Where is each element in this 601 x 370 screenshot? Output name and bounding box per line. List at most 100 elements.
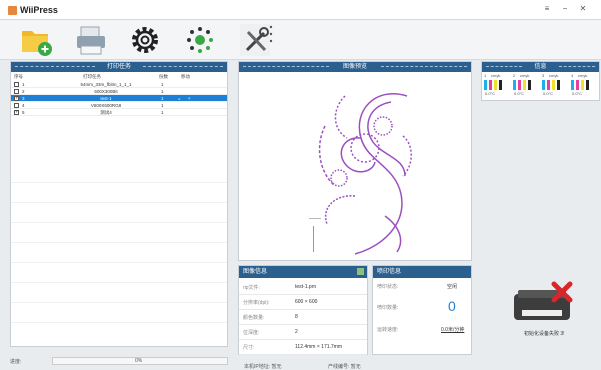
task-row[interactable]: 5 测试4 1 xyxy=(11,109,227,116)
ink-cell: 4 cmyk 0.0°C xyxy=(571,73,593,99)
status-button[interactable] xyxy=(182,22,218,58)
progress-bar: 0% xyxy=(52,357,228,365)
tools-button[interactable] xyxy=(240,22,276,58)
ink-bar xyxy=(557,80,560,90)
task-checkbox[interactable] xyxy=(14,109,19,116)
preview-panel: 图像预览 xyxy=(238,61,472,261)
ink-sub: cmyk xyxy=(520,73,530,78)
task-panel: 打印任务 序号 打印任务 份数 移动 1 54mm_33m_fbitm_1_1_1… xyxy=(10,61,228,347)
app-title: WiiPress xyxy=(20,5,58,15)
task-panel-title: 打印任务 xyxy=(106,64,131,70)
task-checkbox[interactable] xyxy=(14,82,19,87)
ink-cell: 1 cmyk 0.0°C xyxy=(484,73,506,99)
ink-temp: 0.0°C xyxy=(485,91,496,96)
task-row[interactable]: 2 600X300Bit 1 xyxy=(11,88,227,95)
print-speed-value: 0.0米/分钟 xyxy=(441,327,465,333)
preview-panel-title: 图像预览 xyxy=(342,64,367,70)
task-seq: 2 xyxy=(22,89,25,94)
settings-button[interactable] xyxy=(127,22,163,58)
gear-icon xyxy=(132,27,158,53)
print-info-panel: 喷印信息 喷印状态: 空闲 喷印数量: 0 运转速度: 0.0米/分钟 xyxy=(372,265,472,355)
task-name: V600X600RG8 xyxy=(90,103,122,108)
task-list-header: 序号 打印任务 份数 移动 xyxy=(11,74,227,81)
device-status-text: 初始化设备失败 3! xyxy=(524,331,565,337)
col-count: 份数 xyxy=(159,74,168,79)
col-name: 打印任务 xyxy=(83,74,101,79)
printer-icon xyxy=(77,26,105,55)
image-info-key: rip文件: xyxy=(243,285,260,291)
tools-icon xyxy=(240,24,273,56)
print-count-value: 0 xyxy=(448,298,456,314)
image-info-row: 尺寸: 112.4mm × 171.7mm xyxy=(239,339,367,355)
ink-levels: 1 cmyk 0.0°C 2 cmyk 0.0°C 3 cmyk 0.0°C 4 cmyk 0.0°C xyxy=(482,73,599,101)
print-state-label: 喷印状态: xyxy=(377,284,399,290)
task-count: 1 xyxy=(161,103,164,108)
image-info-value: 2 xyxy=(295,329,298,335)
progress-value: 0% xyxy=(135,358,143,364)
expand-icon[interactable] xyxy=(357,268,364,275)
task-name: 600X300Bit xyxy=(94,89,118,94)
ink-sub: cmyk xyxy=(491,73,501,78)
image-info-value: 8 xyxy=(295,314,298,320)
image-info-panel: 图像信息 rip文件: test-1.prn 分辨率(dpi): 600 × 600 颜… xyxy=(238,265,368,355)
ink-bar xyxy=(542,80,545,90)
task-seq: 1 xyxy=(22,82,25,87)
preview-image xyxy=(309,93,412,255)
menu-button[interactable]: ≡ xyxy=(540,4,554,13)
ink-temp: 0.0°C xyxy=(572,91,583,96)
ink-bar xyxy=(518,80,521,90)
loading-dots-icon xyxy=(187,27,213,53)
ink-label: 4 xyxy=(571,73,574,78)
ink-temp: 0.0°C xyxy=(514,91,525,96)
image-info-row: 位深度: 2 xyxy=(239,324,367,340)
ink-sub: cmyk xyxy=(549,73,559,78)
task-row[interactable]: 3 test-1 1 ▲ ▼ xyxy=(11,95,227,102)
image-info-key: 尺寸: xyxy=(243,345,255,351)
task-row[interactable]: 4 V600X600RG8 1 xyxy=(11,102,227,109)
status-bar: 进度: 0% 本机IP地址: 暂无 产线编号: 暂无 xyxy=(0,355,601,370)
ink-temp: 0.0°C xyxy=(543,91,554,96)
ink-bar xyxy=(494,80,497,90)
close-button[interactable]: ✕ xyxy=(576,4,590,13)
task-count: 1 xyxy=(161,96,164,101)
task-checkbox[interactable] xyxy=(14,95,19,102)
minimize-button[interactable]: − xyxy=(558,4,572,13)
printer-button[interactable] xyxy=(73,22,109,58)
toolbar xyxy=(0,20,601,60)
print-state-value: 空闲 xyxy=(447,284,458,290)
printer-error-icon xyxy=(514,281,573,320)
image-info-value: 600 × 600 xyxy=(295,299,318,305)
info-panel: 信息 1 cmyk 0.0°C 2 cmyk 0.0°C 3 cmyk 0.0°C 4 cmyk 0.… xyxy=(481,61,600,101)
ink-bar xyxy=(581,80,584,90)
task-checkbox[interactable] xyxy=(14,103,19,108)
image-info-row: 分辨率(dpi): 600 × 600 xyxy=(239,294,367,310)
col-move: 移动 xyxy=(181,74,190,79)
task-row[interactable]: 1 54mm_33m_fbitm_1_1_1 1 xyxy=(11,81,227,88)
task-name: 测试4 xyxy=(100,110,112,115)
image-info-value: test-1.prn xyxy=(295,284,317,290)
task-seq: 4 xyxy=(22,103,25,108)
preview-panel-header: 图像预览 xyxy=(239,62,471,72)
device-status[interactable]: 初始化设备失败 3! xyxy=(508,280,588,340)
image-info-row: rip文件: test-1.prn xyxy=(239,279,367,295)
ink-cell: 3 cmyk 0.0°C xyxy=(542,73,564,99)
ink-sub: cmyk xyxy=(578,73,588,78)
task-name: 54mm_33m_fbitm_1_1_1 xyxy=(80,82,132,87)
image-info-row: 颜色数量: 8 xyxy=(239,309,367,325)
task-name: test-1 xyxy=(100,96,112,101)
task-checkbox[interactable] xyxy=(14,89,19,94)
image-info-value: 112.4mm × 171.7mm xyxy=(295,344,343,350)
task-count: 1 xyxy=(161,89,164,94)
task-panel-header: 打印任务 xyxy=(11,62,227,72)
col-seq: 序号 xyxy=(14,74,23,79)
ink-bar xyxy=(571,80,574,90)
image-info-header: 图像信息 xyxy=(239,266,367,278)
add-file-button[interactable] xyxy=(18,22,54,58)
move-up-icon[interactable]: ▲ xyxy=(177,95,181,102)
progress-label: 进度: xyxy=(10,359,22,365)
ink-label: 2 xyxy=(513,73,516,78)
move-down-icon[interactable]: ▼ xyxy=(187,95,191,102)
task-count: 1 xyxy=(161,82,164,87)
ink-bar xyxy=(586,80,589,90)
ink-bar xyxy=(547,80,550,90)
